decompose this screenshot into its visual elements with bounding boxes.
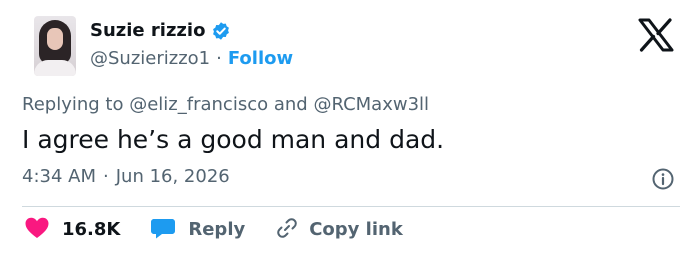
author-handle-row: @Suzierizzo1 · Follow: [90, 48, 293, 70]
separator-dot: ·: [216, 48, 222, 69]
avatar-shoulders: [34, 60, 76, 76]
reply-label: Reply: [188, 219, 246, 240]
replying-prefix: Replying to: [22, 94, 124, 115]
like-count: 16.8K: [62, 219, 121, 240]
mention-link[interactable]: @eliz_francisco: [129, 94, 268, 115]
separator-dot: ·: [103, 166, 109, 187]
author-name[interactable]: Suzie rizzio: [90, 20, 205, 42]
follow-button[interactable]: Follow: [228, 48, 293, 70]
copy-link-label: Copy link: [309, 219, 403, 240]
tweet-text: I agree he’s a good man and dad.: [22, 125, 445, 154]
speech-bubble-icon: [150, 216, 176, 244]
like-button[interactable]: 16.8K: [24, 216, 120, 244]
tweet-actions: 16.8K Reply Copy link: [24, 217, 403, 243]
x-logo-icon[interactable]: [637, 18, 675, 52]
author-handle[interactable]: @Suzierizzo1: [90, 48, 210, 70]
mention-link[interactable]: @RCMaxw3ll: [313, 94, 429, 115]
avatar-face: [47, 28, 63, 50]
verified-badge-icon: [211, 21, 231, 41]
heart-icon: [24, 216, 50, 244]
replying-conjunction: and: [273, 94, 308, 115]
replying-to-line: Replying to @eliz_francisco and @RCMaxw3…: [22, 94, 429, 116]
avatar[interactable]: [34, 16, 76, 76]
tweet-time: 4:34 AM: [22, 166, 96, 187]
copy-link-button[interactable]: Copy link: [275, 216, 403, 244]
link-icon: [275, 216, 299, 244]
reply-button[interactable]: Reply: [150, 216, 245, 244]
tweet-date: Jun 16, 2026: [115, 166, 230, 187]
divider: [22, 206, 680, 207]
info-icon[interactable]: [651, 167, 675, 191]
author-name-row: Suzie rizzio: [90, 20, 231, 42]
tweet-timestamp[interactable]: 4:34 AM · Jun 16, 2026: [22, 166, 230, 188]
